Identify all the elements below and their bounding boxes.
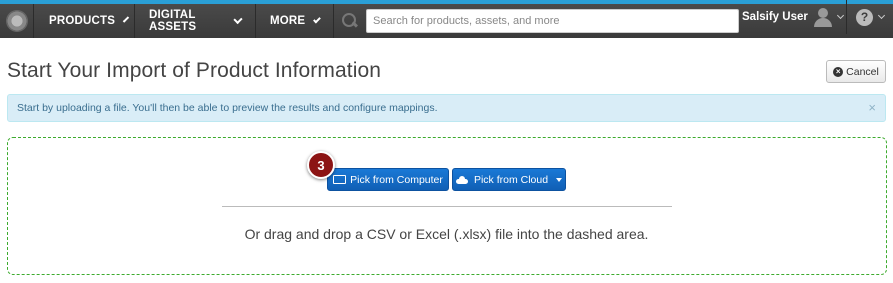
search-icon [340,12,358,30]
search-area [334,4,739,38]
chevron-down-icon [877,11,886,20]
user-name: Salsify User [742,11,808,23]
pick-from-computer-button[interactable]: Pick from Computer [327,168,449,191]
chevron-down-icon [313,15,321,23]
close-icon[interactable]: × [868,100,876,115]
pick-from-cloud-label: Pick from Cloud [473,173,549,186]
app-logo[interactable] [0,4,34,38]
divider [222,206,672,207]
drop-instruction-text: Or drag and drop a CSV or Excel (.xlsx) … [244,226,649,242]
nav-products-label: PRODUCTS [49,15,116,27]
logo-icon [5,10,28,32]
pick-from-computer-label: Pick from Computer [350,173,443,186]
info-alert: Start by uploading a file. You'll then b… [7,94,886,122]
caret-down-icon [556,177,563,182]
chevron-down-icon [122,15,130,23]
avatar-icon [813,7,832,27]
chevron-down-icon [233,14,243,24]
user-menu[interactable]: Salsify User [742,0,844,34]
help-menu[interactable]: ? [846,0,893,34]
close-circle-icon: × [833,66,844,77]
help-icon: ? [856,8,873,26]
nav-more-label: MORE [270,15,306,27]
nav-products[interactable]: PRODUCTS [34,4,135,38]
page-title: Start Your Import of Product Information [7,59,382,82]
alert-text: Start by uploading a file. You'll then b… [17,102,438,114]
monitor-icon [333,174,347,185]
chevron-down-icon [836,11,844,20]
search-input[interactable] [366,9,739,33]
nav-more[interactable]: MORE [256,4,334,38]
cancel-button-label: Cancel [846,65,879,78]
nav-digital-assets[interactable]: DIGITAL ASSETS [135,4,256,38]
step-number-badge: 3 [307,151,335,179]
nav-digital-assets-label: DIGITAL ASSETS [149,9,197,33]
cloud-icon [455,175,468,184]
pick-from-cloud-button[interactable]: Pick from Cloud [452,168,566,191]
cancel-button[interactable]: × Cancel [826,60,886,83]
